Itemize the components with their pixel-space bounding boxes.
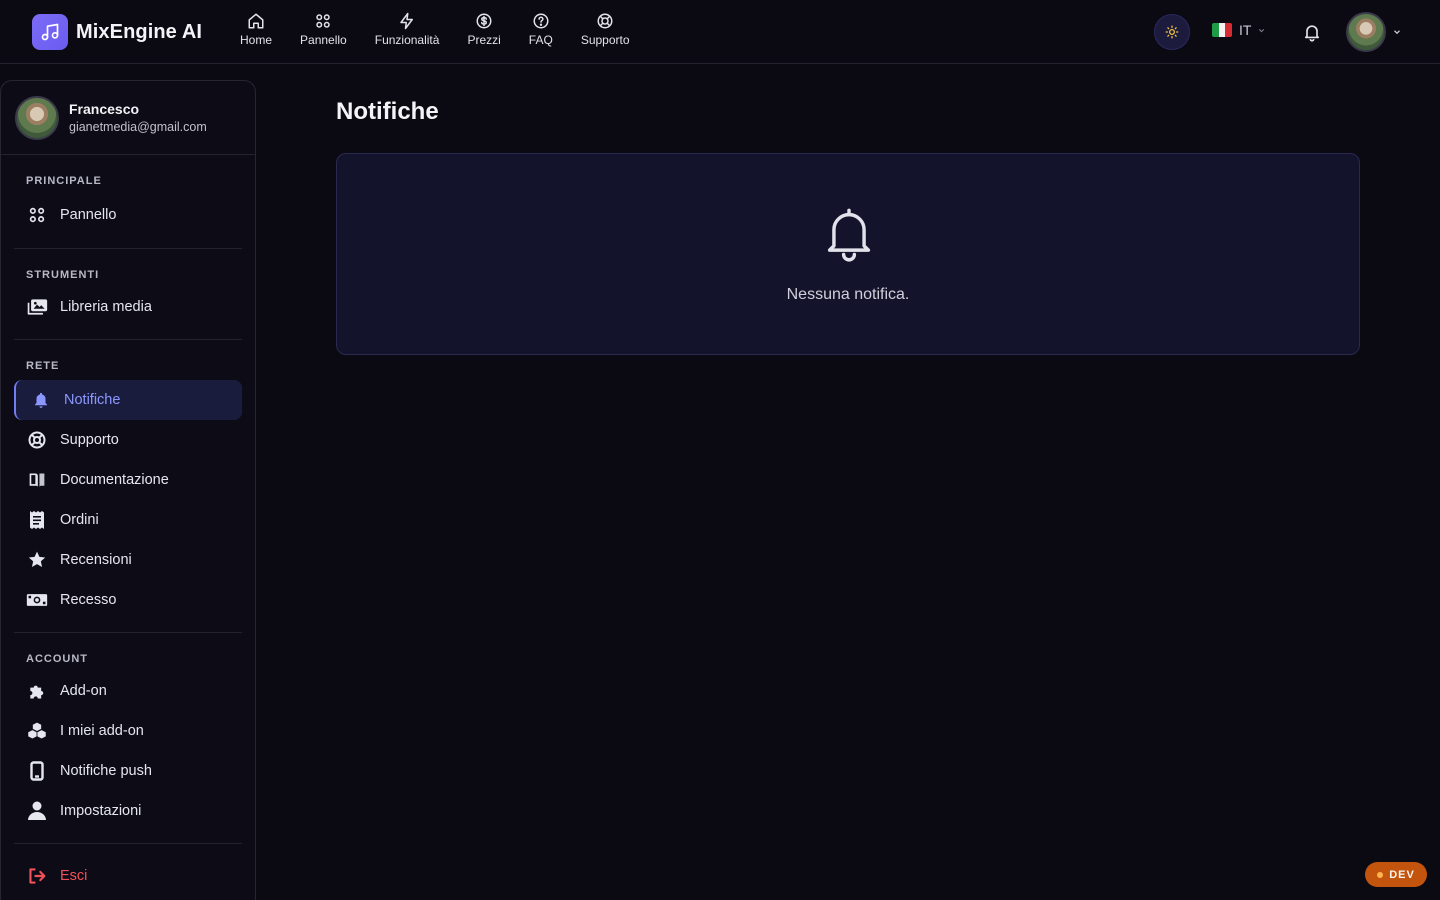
sign-out-icon [26, 865, 48, 887]
nav-label: FAQ [528, 33, 553, 47]
sidebar-item-label: Add-on [60, 683, 107, 699]
page-title: Notifiche [336, 98, 439, 125]
section-title-account: ACCOUNT [26, 653, 88, 665]
chevron-down-icon [1259, 28, 1265, 32]
bell-icon [1304, 25, 1320, 42]
puzzle-icon [26, 680, 48, 702]
logout-button[interactable]: Esci [14, 856, 242, 896]
sidebar-item-notifiche-push[interactable]: Notifiche push [14, 751, 242, 791]
empty-state-text: Nessuna notifica. [786, 286, 910, 303]
sidebar-item-label: Ordini [60, 512, 99, 528]
status-dot [1377, 871, 1384, 878]
avatar [15, 95, 59, 140]
language-selector[interactable]: IT [1212, 22, 1266, 38]
avatar [1346, 12, 1386, 52]
sidebar: Francesco gianetmedia@gmail.com PRINCIPA… [0, 80, 256, 900]
lifebuoy-icon [597, 13, 613, 29]
sidebar-item-label: Notifiche push [60, 763, 152, 779]
photo-library-icon [26, 296, 48, 318]
section-title-strumenti: STRUMENTI [26, 269, 100, 281]
user-email: gianetmedia@gmail.com [69, 120, 207, 134]
bell-outline-icon [827, 208, 871, 262]
grid-icon [26, 204, 48, 226]
sidebar-item-i-miei-add-on[interactable]: I miei add-on [14, 711, 242, 751]
sidebar-item-impostazioni[interactable]: Impostazioni [14, 791, 242, 831]
sidebar-item-ordini[interactable]: Ordini [14, 500, 242, 540]
notifications-empty-state: Nessuna notifica. [336, 153, 1360, 355]
lifebuoy-icon [26, 429, 48, 451]
receipt-icon [26, 509, 48, 531]
dev-badge-label: DEV [1389, 868, 1415, 881]
sidebar-item-label: Libreria media [60, 299, 152, 315]
theme-toggle-button[interactable] [1154, 14, 1190, 50]
sidebar-item-libreria-media[interactable]: Libreria media [14, 287, 242, 327]
nav-label: Supporto [580, 33, 630, 47]
nav-item-pannello[interactable]: Pannello [286, 12, 361, 48]
top-navbar: MixEngine AI Home Pannello Funzionalità … [0, 0, 1440, 64]
question-icon [533, 13, 549, 29]
sidebar-item-label: I miei add-on [60, 723, 144, 739]
nav-label: Prezzi [467, 33, 501, 47]
user-menu[interactable] [1346, 12, 1402, 52]
sidebar-item-label: Documentazione [60, 472, 169, 488]
sidebar-profile[interactable]: Francesco gianetmedia@gmail.com [1, 81, 255, 155]
sun-icon [1165, 25, 1179, 39]
grid-icon [316, 14, 331, 28]
dev-badge: DEV [1365, 862, 1427, 887]
nav-item-faq[interactable]: FAQ [515, 12, 567, 48]
home-icon [248, 13, 264, 29]
bell-icon [30, 389, 52, 411]
brand[interactable]: MixEngine AI [32, 14, 202, 50]
cubes-icon [26, 720, 48, 742]
sidebar-item-label: Pannello [60, 207, 117, 223]
nav-item-prezzi[interactable]: Prezzi [453, 12, 514, 48]
sidebar-item-label: Supporto [60, 432, 119, 448]
main-nav: Home Pannello Funzionalità Prezzi FAQ Su… [226, 12, 644, 48]
mobile-icon [26, 760, 48, 782]
nav-item-funzionalita[interactable]: Funzionalità [361, 12, 454, 48]
logout-label: Esci [60, 868, 88, 884]
sidebar-item-supporto[interactable]: Supporto [14, 420, 242, 460]
sidebar-item-add-on[interactable]: Add-on [14, 671, 242, 711]
chevron-down-icon [1394, 30, 1400, 35]
sidebar-item-documentazione[interactable]: Documentazione [14, 460, 242, 500]
sidebar-item-recensioni[interactable]: Recensioni [14, 540, 242, 580]
sidebar-item-notifiche[interactable]: Notifiche [14, 380, 242, 420]
dollar-icon [476, 13, 492, 29]
nav-label: Home [240, 33, 273, 47]
nav-item-supporto[interactable]: Supporto [567, 12, 644, 48]
sidebar-item-recesso[interactable]: Recesso [14, 580, 242, 620]
bolt-icon [400, 12, 414, 30]
italy-flag-icon [1212, 23, 1232, 37]
sidebar-item-label: Notifiche [64, 392, 121, 408]
notifications-button[interactable] [1302, 22, 1322, 47]
book-icon [26, 469, 48, 491]
sidebar-item-label: Recensioni [60, 552, 132, 568]
nav-label: Funzionalità [374, 33, 440, 47]
nav-item-home[interactable]: Home [226, 12, 286, 48]
sidebar-item-pannello[interactable]: Pannello [14, 195, 242, 235]
star-icon [26, 549, 48, 571]
music-note-icon [32, 14, 68, 50]
language-code: IT [1239, 22, 1252, 38]
user-icon [26, 800, 48, 822]
brand-name: MixEngine AI [76, 20, 203, 43]
sidebar-item-label: Recesso [60, 592, 117, 608]
sidebar-item-label: Impostazioni [60, 803, 142, 819]
section-title-principale: PRINCIPALE [26, 175, 102, 187]
user-name: Francesco [69, 101, 140, 117]
nav-label: Pannello [300, 33, 347, 47]
money-bill-icon [26, 589, 48, 611]
section-title-rete: RETE [26, 360, 60, 372]
